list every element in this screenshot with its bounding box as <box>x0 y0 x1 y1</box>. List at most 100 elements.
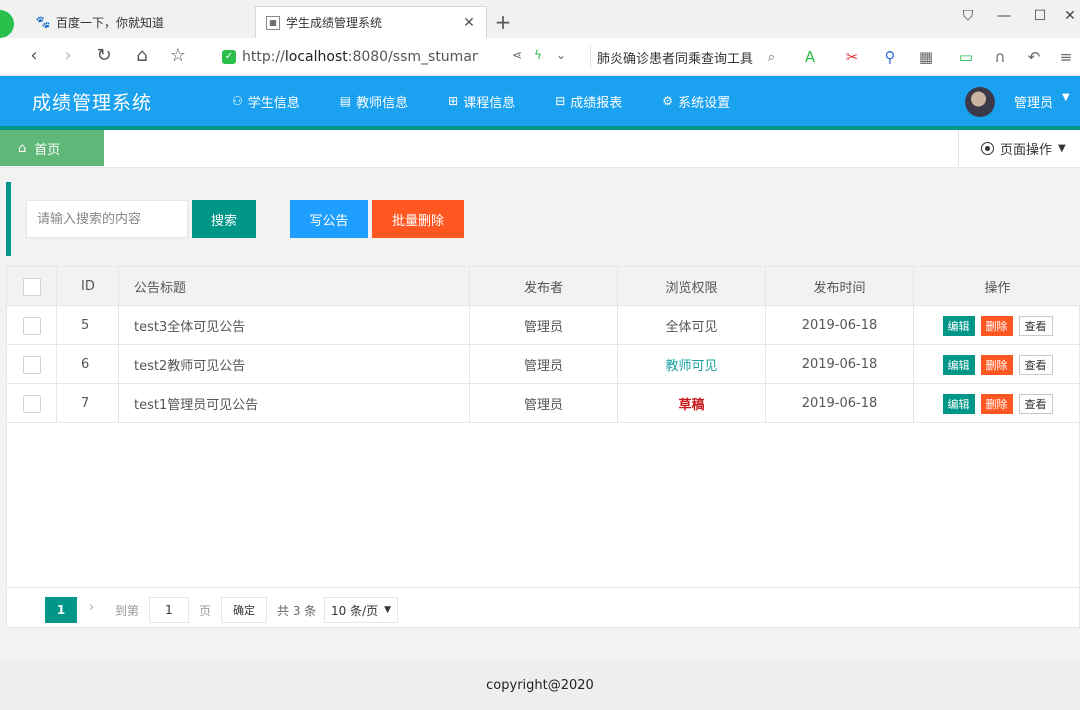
header-title: 公告标题 <box>119 267 470 306</box>
batch-delete-button[interactable]: 批量删除 <box>372 200 464 238</box>
page-jump-confirm-button[interactable]: 确定 <box>221 597 267 623</box>
app-logo: 成绩管理系统 <box>32 92 153 114</box>
menu-icon[interactable]: ≡ <box>1056 48 1076 66</box>
row-checkbox[interactable] <box>22 355 41 374</box>
row-ops: 编辑 删除 查看 <box>914 306 1080 345</box>
view-button[interactable]: 查看 <box>1018 354 1053 375</box>
row-checkbox[interactable] <box>22 316 41 335</box>
chevron-down-icon[interactable]: ⌄ <box>556 48 566 62</box>
browser-search-box[interactable]: 肺炎确诊患者同乘查询工具 ⌕ <box>590 46 775 68</box>
search-button[interactable]: 搜索 <box>192 200 256 238</box>
maximize-icon[interactable]: ☐ <box>1030 8 1050 24</box>
header-ops: 操作 <box>984 281 1011 296</box>
edit-button[interactable]: 编辑 <box>942 393 975 414</box>
home-icon[interactable]: ⌂ <box>130 44 154 68</box>
row-permission: 草稿 <box>678 398 705 413</box>
tab-home[interactable]: ⌂ 首页 <box>0 130 104 166</box>
row-permission-cell: 草稿 <box>618 384 766 423</box>
search-tool-icon[interactable]: ⚲ <box>880 48 900 66</box>
search-input[interactable] <box>26 200 188 238</box>
browser-tab-baidu[interactable]: 🐾 百度一下，你就知道 <box>26 6 251 38</box>
page-operations-menu[interactable]: 页面操作 ▼ <box>958 130 1080 166</box>
scissors-icon[interactable]: ✂ <box>842 48 862 66</box>
select-all-checkbox[interactable] <box>22 277 41 296</box>
notice-table: ID 公告标题 发布者 浏览权限 发布时间 操作 5 test3全体可见公告 管… <box>6 266 1080 628</box>
browser-logo-icon <box>0 10 14 38</box>
view-button[interactable]: 查看 <box>1018 315 1053 336</box>
page-unit-label: 页 <box>199 604 212 618</box>
nav-label: 学生信息 <box>247 95 300 111</box>
translate-icon[interactable]: A <box>800 48 820 66</box>
row-id: 6 <box>57 345 119 384</box>
table-row: 6 test2教师可见公告 管理员 教师可见 2019-06-18 编辑 删除 … <box>7 345 1080 384</box>
nav-label: 课程信息 <box>463 95 516 111</box>
nav-item-settings[interactable]: ⚙ 系统设置 <box>662 76 730 126</box>
back-icon[interactable]: ‹ <box>22 44 46 68</box>
shirt-icon[interactable]: ⛉ <box>958 8 978 24</box>
nav-item-students[interactable]: ⚇ 学生信息 <box>232 76 300 126</box>
row-id: 5 <box>57 306 119 345</box>
delete-button[interactable]: 删除 <box>980 393 1013 414</box>
row-id: 7 <box>57 384 119 423</box>
row-ops: 编辑 删除 查看 <box>914 345 1080 384</box>
browser-tab-active[interactable]: ▦ 学生成绩管理系统 ✕ <box>255 6 487 38</box>
delete-button[interactable]: 删除 <box>980 354 1013 375</box>
minimize-icon[interactable]: — <box>994 8 1014 24</box>
chevron-right-icon[interactable]: › <box>89 600 94 615</box>
delete-button[interactable]: 删除 <box>980 315 1013 336</box>
reload-icon[interactable]: ↻ <box>92 44 116 68</box>
page-size-select[interactable]: 10 条/页 ▼ <box>324 597 398 623</box>
lightning-icon[interactable]: ϟ <box>534 48 542 62</box>
browser-tabbar: 🐾 百度一下，你就知道 ▦ 学生成绩管理系统 ✕ + ⛉ — ☐ ✕ <box>0 0 1080 38</box>
row-title: test3全体可见公告 <box>119 306 470 345</box>
share-icon[interactable]: ⋖ <box>512 48 522 62</box>
page-ops-label: 页面操作 <box>1000 142 1053 158</box>
forward-icon[interactable]: › <box>56 44 80 68</box>
view-button[interactable]: 查看 <box>1018 393 1053 414</box>
page-jump-input[interactable] <box>149 597 189 623</box>
target-icon <box>981 141 994 155</box>
window-close-icon[interactable]: ✕ <box>1060 8 1080 24</box>
nav-item-teachers[interactable]: ▤ 教师信息 <box>340 76 408 126</box>
table-row: 5 test3全体可见公告 管理员 全体可见 2019-06-18 编辑 删除 … <box>7 306 1080 345</box>
close-icon[interactable]: ✕ <box>462 15 476 31</box>
row-permission-cell: 全体可见 <box>618 306 766 345</box>
row-checkbox[interactable] <box>22 394 41 413</box>
row-title: test2教师可见公告 <box>119 345 470 384</box>
page-size-value: 10 条/页 <box>331 603 379 618</box>
apps-icon[interactable]: ▦ <box>916 48 936 66</box>
star-icon[interactable]: ☆ <box>166 44 190 68</box>
avatar[interactable] <box>965 87 995 117</box>
magnifier-icon[interactable]: ⌕ <box>768 50 775 65</box>
edit-button[interactable]: 编辑 <box>942 315 975 336</box>
page-tabs: ⌂ 首页 页面操作 ▼ <box>0 130 1080 168</box>
edit-button[interactable]: 编辑 <box>942 354 975 375</box>
paw-icon: 🐾 <box>35 15 51 29</box>
header-publisher: 发布者 <box>470 267 618 306</box>
page-current[interactable]: 1 <box>45 597 77 623</box>
new-tab-icon[interactable]: + <box>493 10 513 34</box>
book-icon: ⊞ <box>448 94 459 108</box>
caret-down-icon[interactable]: ▼ <box>1062 92 1070 103</box>
row-permission-cell: 教师可见 <box>618 345 766 384</box>
pagination: 1 › 到第 页 确定 共 3 条 10 条/页 ▼ <box>7 587 1080 627</box>
row-permission: 全体可见 <box>665 320 718 335</box>
footer: copyright@2020 <box>0 660 1080 710</box>
battery-icon[interactable]: ▭ <box>956 48 976 66</box>
nav-label: 教师信息 <box>356 95 409 111</box>
app-header: 成绩管理系统 ⚇ 学生信息 ▤ 教师信息 ⊞ 课程信息 ⊟ 成绩报表 ⚙ 系统设… <box>0 76 1080 130</box>
write-notice-button[interactable]: 写公告 <box>290 200 368 238</box>
headphones-icon[interactable]: ∩ <box>990 48 1010 66</box>
row-checkbox-cell <box>7 384 57 423</box>
document-icon: ▤ <box>339 94 352 108</box>
address-bar[interactable]: ✓ http:// localhost :8080/ssm_stumanage <box>222 44 582 70</box>
caret-down-icon: ▼ <box>384 605 391 615</box>
undo-icon[interactable]: ↶ <box>1024 48 1044 66</box>
nav-item-courses[interactable]: ⊞ 课程信息 <box>448 76 515 126</box>
row-time: 2019-06-18 <box>766 345 914 384</box>
row-permission: 教师可见 <box>665 359 718 374</box>
tab-home-label: 首页 <box>34 142 61 158</box>
user-name[interactable]: 管理员 <box>1014 92 1053 111</box>
tab-title: 学生成绩管理系统 <box>286 16 383 30</box>
nav-item-reports[interactable]: ⊟ 成绩报表 <box>555 76 622 126</box>
